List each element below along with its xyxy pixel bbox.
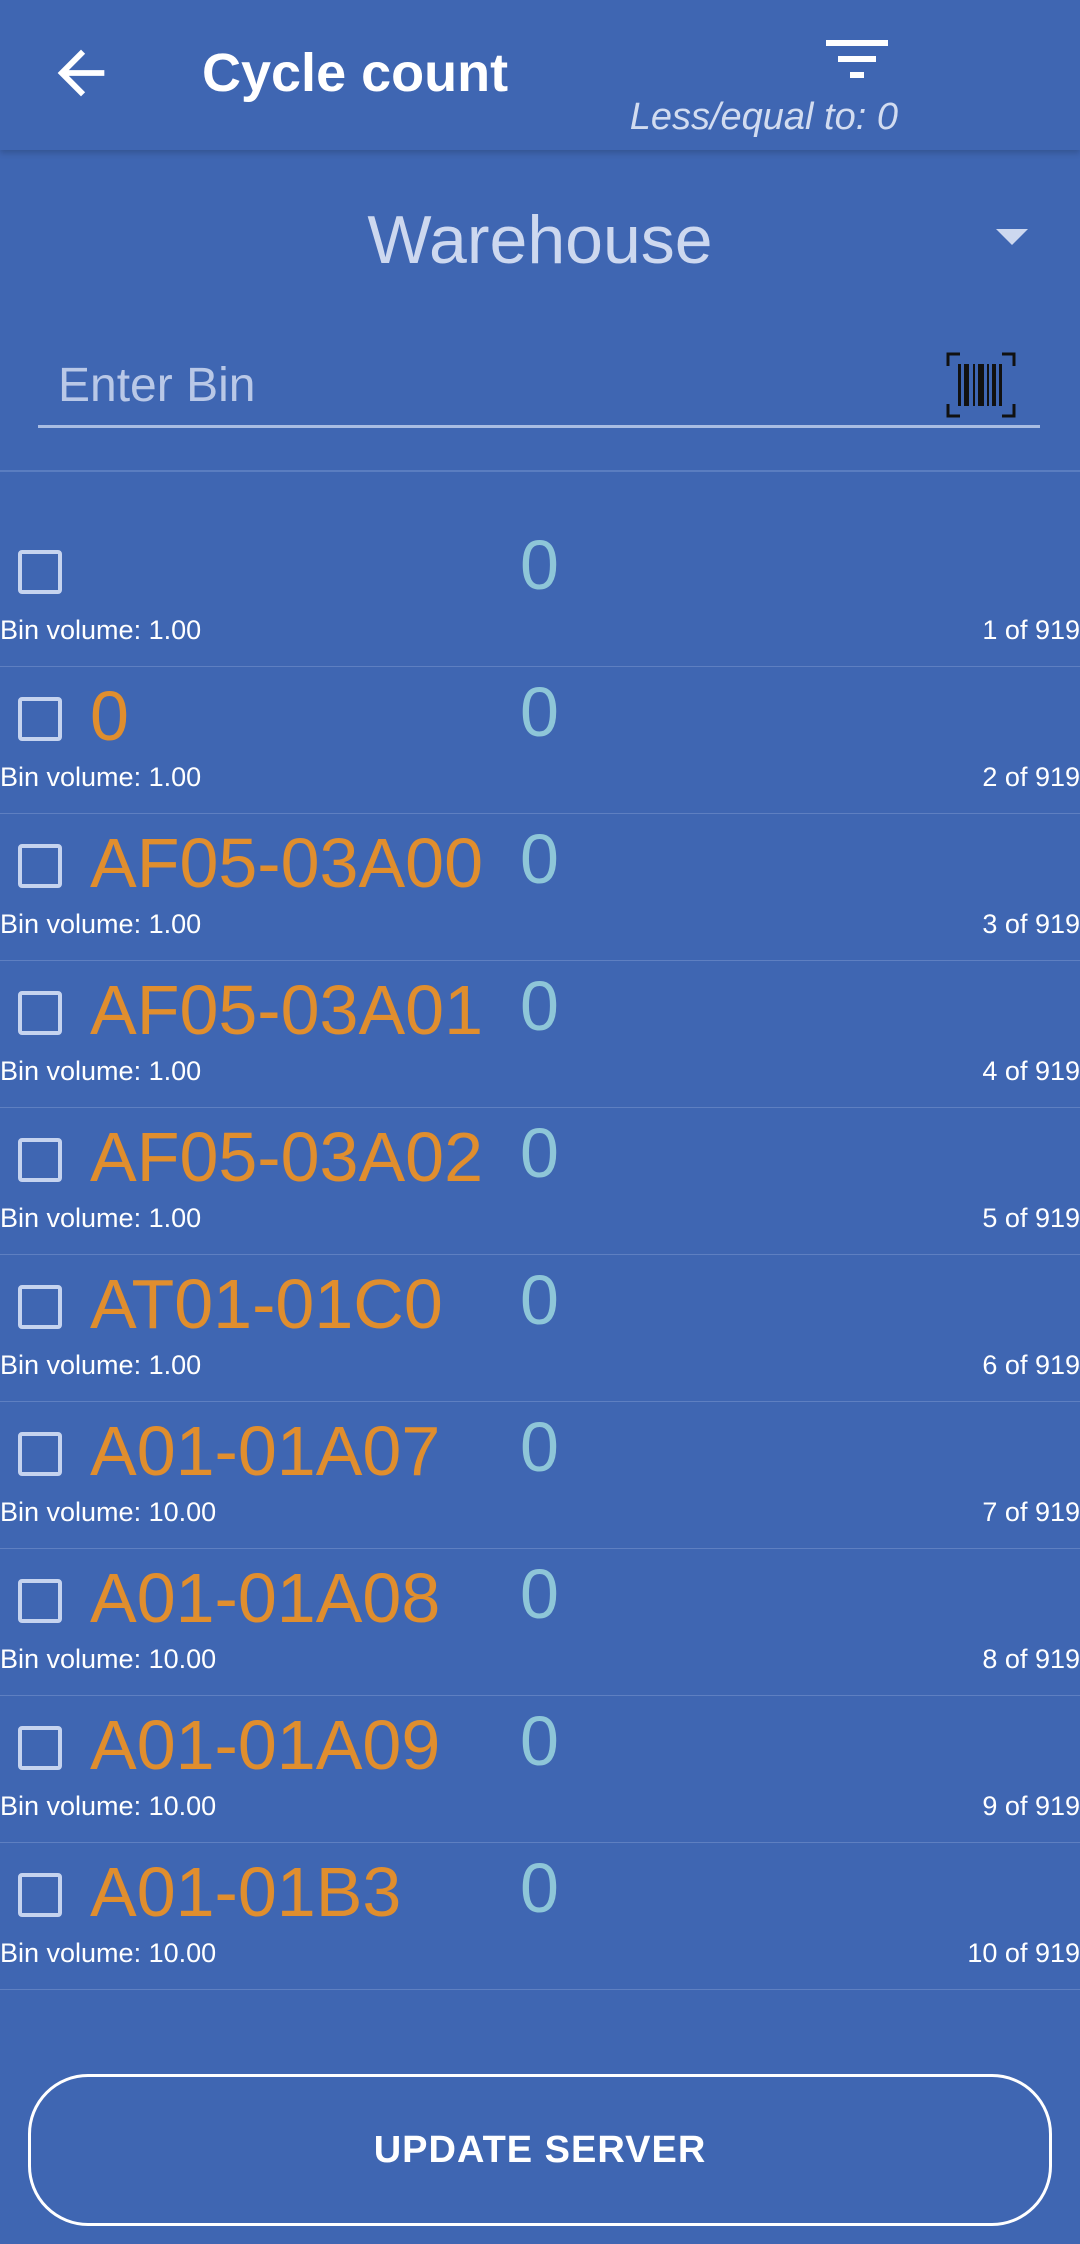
row-position: 8 of 919: [982, 1644, 1080, 1674]
row-position: 10 of 919: [967, 1938, 1080, 1968]
row-position: 3 of 919: [982, 909, 1080, 939]
bin-code: A01-01B3: [90, 1853, 402, 1931]
divider: [0, 470, 1080, 472]
bin-volume: Bin volume: 1.00: [0, 615, 202, 645]
arrow-left-icon: [57, 49, 105, 97]
bin-input[interactable]: [56, 345, 940, 425]
list-item[interactable]: 0 Bin volume: 1.00 1 of 919: [0, 520, 1080, 667]
bin-quantity: 0: [520, 1849, 559, 1927]
bin-code: A01-01A07: [90, 1412, 441, 1490]
row-checkbox[interactable]: [18, 1873, 62, 1917]
row-checkbox[interactable]: [18, 1432, 62, 1476]
list-item[interactable]: A01-01A07 0 Bin volume: 10.00 7 of 919: [0, 1402, 1080, 1549]
bin-quantity: 0: [520, 526, 559, 604]
bin-quantity: 0: [520, 1555, 559, 1633]
bin-code: AT01-01C0: [90, 1265, 443, 1343]
bin-quantity: 0: [520, 1261, 559, 1339]
list-item[interactable]: A01-01B3 0 Bin volume: 10.00 10 of 919: [0, 1843, 1080, 1990]
update-server-button[interactable]: UPDATE SERVER: [28, 2074, 1052, 2226]
bin-volume: Bin volume: 1.00: [0, 909, 202, 939]
row-checkbox[interactable]: [18, 991, 62, 1035]
row-checkbox[interactable]: [18, 1726, 62, 1770]
list-item[interactable]: 0 0 Bin volume: 1.00 2 of 919: [0, 667, 1080, 814]
list-item[interactable]: AF05-03A01 0 Bin volume: 1.00 4 of 919: [0, 961, 1080, 1108]
app-bar: Cycle count Less/equal to: 0: [0, 0, 1080, 150]
warehouse-selected: Warehouse: [367, 202, 713, 278]
list-item[interactable]: A01-01B4 0: [0, 1990, 1080, 2005]
row-position: 4 of 919: [982, 1056, 1080, 1086]
bin-volume: Bin volume: 1.00: [0, 762, 202, 792]
bin-code: A01-01A09: [90, 1706, 441, 1784]
bin-volume: Bin volume: 1.00: [0, 1350, 202, 1380]
bin-quantity: 0: [520, 967, 559, 1045]
bin-volume: Bin volume: 10.00: [0, 1644, 217, 1674]
bin-quantity: 0: [520, 1990, 559, 2005]
bin-field: [38, 345, 1040, 428]
row-checkbox[interactable]: [18, 1138, 62, 1182]
bin-code: AF05-03A01: [90, 971, 484, 1049]
barcode-scan-icon: [946, 352, 1016, 418]
row-position: 9 of 919: [982, 1791, 1080, 1821]
bin-code: AF05-03A02: [90, 1118, 484, 1196]
bin-volume: Bin volume: 1.00: [0, 1056, 202, 1086]
list-item[interactable]: AF05-03A00 0 Bin volume: 1.00 3 of 919: [0, 814, 1080, 961]
list-item[interactable]: A01-01A08 0 Bin volume: 10.00 8 of 919: [0, 1549, 1080, 1696]
row-position: 5 of 919: [982, 1203, 1080, 1233]
row-position: 2 of 919: [982, 762, 1080, 792]
list-item[interactable]: AF05-03A02 0 Bin volume: 1.00 5 of 919: [0, 1108, 1080, 1255]
barcode-scan-button[interactable]: [946, 352, 1016, 418]
row-checkbox[interactable]: [18, 550, 62, 594]
bin-volume: Bin volume: 1.00: [0, 1203, 202, 1233]
row-checkbox[interactable]: [18, 1579, 62, 1623]
row-position: 6 of 919: [982, 1350, 1080, 1380]
bin-list[interactable]: 0 Bin volume: 1.00 1 of 919 0 0 Bin volu…: [0, 520, 1080, 2005]
bin-code: A01-01A08: [90, 1559, 441, 1637]
bin-quantity: 0: [520, 1408, 559, 1486]
filter-button[interactable]: [822, 36, 892, 86]
bin-volume: Bin volume: 10.00: [0, 1497, 217, 1527]
warehouse-dropdown[interactable]: Warehouse: [0, 195, 1080, 285]
list-item[interactable]: AT01-01C0 0 Bin volume: 1.00 6 of 919: [0, 1255, 1080, 1402]
bin-quantity: 0: [520, 673, 559, 751]
list-item[interactable]: A01-01A09 0 Bin volume: 10.00 9 of 919: [0, 1696, 1080, 1843]
bin-code: 0: [90, 677, 129, 755]
bin-code: A01-01B4: [90, 1994, 401, 2005]
bin-quantity: 0: [520, 820, 559, 898]
page-title: Cycle count: [202, 43, 509, 103]
bin-volume: Bin volume: 10.00: [0, 1938, 217, 1968]
dropdown-arrow-icon: [996, 229, 1028, 245]
row-position: 7 of 919: [982, 1497, 1080, 1527]
row-checkbox[interactable]: [18, 1285, 62, 1329]
row-checkbox[interactable]: [18, 697, 62, 741]
filter-icon: [826, 40, 888, 78]
bin-volume: Bin volume: 10.00: [0, 1791, 217, 1821]
row-position: 1 of 919: [982, 615, 1080, 645]
row-checkbox[interactable]: [18, 844, 62, 888]
filter-label: Less/equal to: 0: [629, 96, 898, 138]
bin-quantity: 0: [520, 1114, 559, 1192]
bin-quantity: 0: [520, 1702, 559, 1780]
back-button[interactable]: [46, 38, 116, 108]
bin-code: AF05-03A00: [90, 824, 484, 902]
